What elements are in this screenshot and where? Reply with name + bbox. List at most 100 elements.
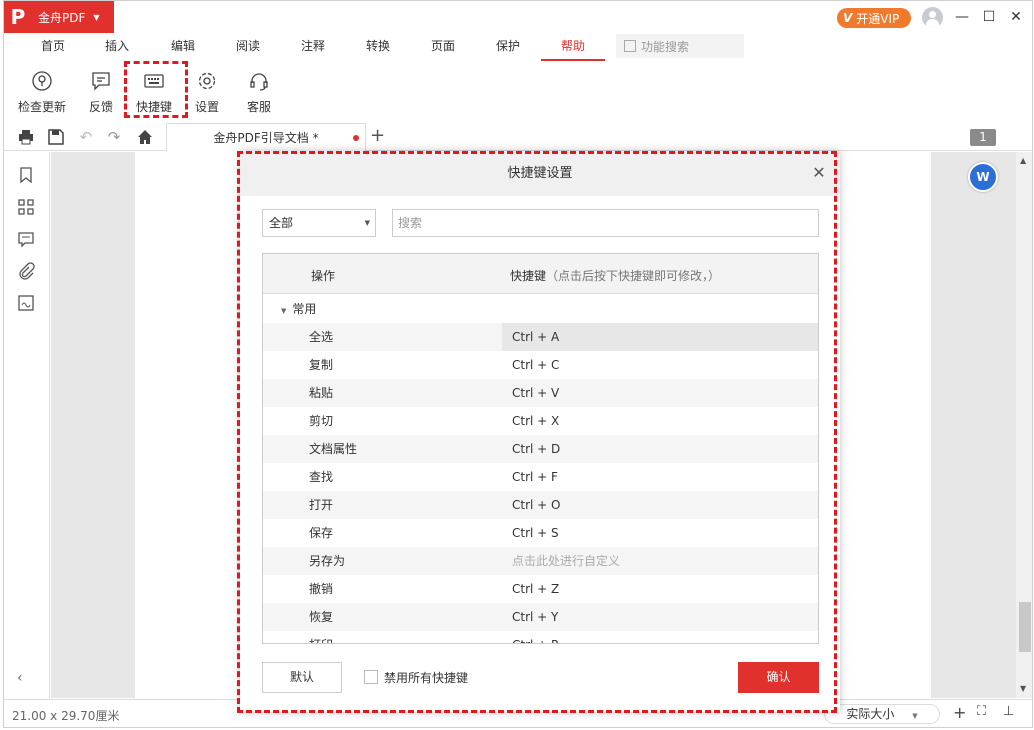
table-row[interactable]: 复制 Ctrl + C [263,351,818,379]
caret-down-icon: ▼ [281,307,287,315]
menu-insert[interactable]: 插入 [92,33,142,61]
menu-edit[interactable]: 编辑 [158,33,208,61]
headset-icon [248,70,270,92]
zoom-select[interactable]: 实际大小 ▼ [824,704,940,724]
check-update-button[interactable]: 检查更新 [16,67,68,117]
attachment-icon[interactable] [17,262,35,280]
zoom-label: 实际大小 [846,707,895,721]
close-icon[interactable]: ✕ [810,163,828,182]
save-icon[interactable] [46,127,66,147]
group-row-common[interactable]: ▼ 常用 [263,295,818,323]
vip-button[interactable]: V 开通VIP [837,8,911,28]
unsaved-dot-icon [353,135,359,141]
table-row[interactable]: 剪切 Ctrl + X [263,407,818,435]
menu-help[interactable]: 帮助 [541,33,605,61]
disable-all-label: 禁用所有快捷键 [384,671,469,685]
settings-button[interactable]: 设置 [190,67,224,117]
pin-icon[interactable]: ⊥ [1003,704,1014,719]
minimize-icon[interactable]: — [952,7,972,27]
menu-read[interactable]: 阅读 [223,33,273,61]
home-icon[interactable] [135,127,155,147]
bookmark-icon[interactable] [17,166,35,184]
table-row[interactable]: 恢复 Ctrl + Y [263,603,818,631]
upgrade-icon [31,70,53,92]
column-header-operation: 操作 [311,269,336,283]
feedback-button[interactable]: 反馈 [86,67,116,117]
row-shortcut[interactable]: Ctrl + Y [502,603,818,631]
row-shortcut[interactable]: Ctrl + V [502,379,818,407]
row-shortcut[interactable]: Ctrl + A [502,323,818,351]
table-row[interactable]: 全选 Ctrl + A [263,323,818,351]
keyboard-icon [143,70,165,92]
zoom-in-icon[interactable]: + [953,703,966,722]
column-header-shortcut: 快捷键（点击后按下快捷键即可修改，） [510,267,720,284]
default-button[interactable]: 默认 [262,662,342,693]
chevron-down-icon: ▼ [364,219,370,227]
check-update-label: 检查更新 [17,100,66,114]
close-window-icon[interactable]: ✕ [1006,7,1026,27]
menu-page[interactable]: 页面 [418,33,468,61]
print-icon[interactable] [16,127,36,147]
feature-search-placeholder: 功能搜索 [641,39,690,54]
vertical-scrollbar[interactable]: ▲ ▼ [1016,152,1032,698]
row-operation: 恢复 [309,610,334,624]
disable-all-checkbox[interactable] [364,670,378,684]
signature-icon[interactable] [17,294,35,312]
undo-icon[interactable]: ↶ [76,127,96,147]
app-window: P 金舟PDF ▼ V 开通VIP — ☐ ✕ 首页 插入 编辑 阅读 注释 转… [3,0,1033,728]
row-shortcut[interactable]: Ctrl + P [502,631,818,643]
row-shortcut[interactable]: Ctrl + F [502,463,818,491]
menu-protect[interactable]: 保护 [483,33,533,61]
row-shortcut[interactable]: 点击此处进行自定义 [502,547,818,575]
tab-document-title: 金舟PDF引导文档 * [213,131,319,145]
title-bar: P 金舟PDF ▼ V 开通VIP — ☐ ✕ [4,1,1032,33]
shortcut-button[interactable]: 快捷键 [130,67,178,117]
table-row[interactable]: 打印 Ctrl + P [263,631,818,643]
tab-document[interactable]: 金舟PDF引导文档 * [166,123,366,152]
row-shortcut[interactable]: Ctrl + C [502,351,818,379]
tab-bar: ↶ ↷ 金舟PDF引导文档 * + 1 [4,123,1032,152]
shortcut-search-input[interactable]: 搜索 [392,209,819,237]
menu-annotate[interactable]: 注释 [288,33,338,61]
app-menu-button[interactable]: P 金舟PDF ▼ [4,1,114,33]
row-operation: 剪切 [309,414,334,428]
thumbnails-icon[interactable] [17,198,35,216]
menu-convert[interactable]: 转换 [353,33,403,61]
row-shortcut[interactable]: Ctrl + Z [502,575,818,603]
comment-icon[interactable] [17,230,35,248]
table-row[interactable]: 打开 Ctrl + O [263,491,818,519]
maximize-icon[interactable]: ☐ [979,7,999,27]
table-row[interactable]: 粘贴 Ctrl + V [263,379,818,407]
row-shortcut[interactable]: Ctrl + O [502,491,818,519]
table-row[interactable]: 查找 Ctrl + F [263,463,818,491]
table-row[interactable]: 保存 Ctrl + S [263,519,818,547]
word-convert-icon[interactable]: W [968,162,998,192]
row-shortcut[interactable]: Ctrl + X [502,407,818,435]
redo-icon[interactable]: ↷ [104,127,124,147]
confirm-button[interactable]: 确认 [738,662,819,693]
row-operation: 查找 [309,470,334,484]
scroll-up-icon[interactable]: ▲ [1020,156,1026,165]
category-select-value: 全部 [269,216,294,230]
category-select[interactable]: 全部 ▼ [262,209,376,237]
table-row[interactable]: 撤销 Ctrl + Z [263,575,818,603]
customer-service-label: 客服 [246,100,271,114]
row-operation: 另存为 [309,554,346,568]
add-tab-icon[interactable]: + [370,125,385,146]
fit-page-icon[interactable]: ⛶ [977,704,986,719]
row-shortcut[interactable]: Ctrl + D [502,435,818,463]
avatar[interactable] [922,7,943,28]
scroll-down-icon[interactable]: ▼ [1020,684,1026,693]
scroll-thumb[interactable] [1019,602,1031,652]
collapse-sidebar-icon[interactable]: ‹ [17,670,35,688]
row-shortcut[interactable]: Ctrl + S [502,519,818,547]
table-row[interactable]: 另存为 点击此处进行自定义 [263,547,818,575]
row-operation: 全选 [309,330,334,344]
feature-search-input[interactable]: 功能搜索 [616,34,744,58]
menu-home[interactable]: 首页 [28,33,78,61]
row-operation: 复制 [309,358,334,372]
row-operation: 保存 [309,526,334,540]
grid-icon [624,40,636,52]
table-row[interactable]: 文档属性 Ctrl + D [263,435,818,463]
customer-service-button[interactable]: 客服 [242,67,276,117]
